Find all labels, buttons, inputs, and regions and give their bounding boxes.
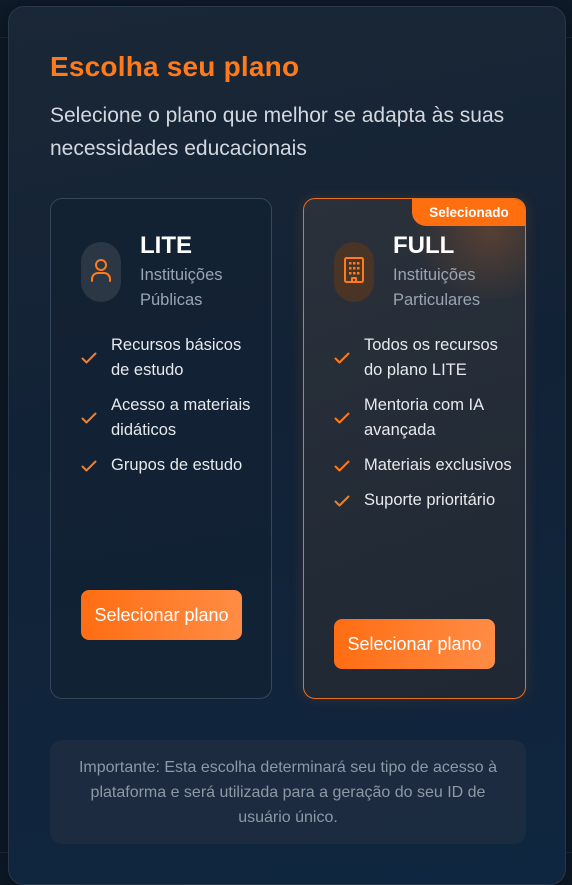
feature-item: Grupos de estudo — [81, 453, 261, 478]
plan-description: Instituições Particulares — [393, 266, 481, 309]
plan-description: Instituições Públicas — [140, 266, 223, 309]
feature-item: Suporte prioritário — [334, 488, 514, 513]
check-icon — [334, 460, 350, 472]
feature-text: Todos os recursos do plano LITE — [364, 336, 498, 379]
plan-icon-container — [334, 242, 374, 302]
feature-text: Materiais exclusivos — [364, 456, 512, 474]
feature-list: Recursos básicos de estudo Acesso a mate… — [81, 333, 261, 488]
select-plan-lite-button[interactable]: Selecionar plano — [81, 590, 242, 640]
feature-list: Todos os recursos do plano LITE Mentoria… — [334, 333, 514, 523]
check-icon — [334, 352, 350, 364]
page-title: Escolha seu plano — [50, 51, 300, 82]
page-subtitle: Selecione o plano que melhor se adapta à… — [50, 104, 505, 160]
feature-text: Mentoria com IA avançada — [364, 396, 484, 439]
feature-item: Recursos básicos de estudo — [81, 333, 261, 383]
check-icon — [81, 352, 97, 364]
plan-card-lite[interactable]: LITE Instituições Públicas Recursos bási… — [50, 198, 272, 699]
plan-icon-container — [81, 242, 121, 302]
check-icon — [81, 412, 97, 424]
feature-text: Suporte prioritário — [364, 491, 496, 509]
feature-text: Acesso a materiais didáticos — [111, 396, 251, 439]
feature-item: Acesso a materiais didáticos — [81, 393, 261, 443]
plan-name: FULL — [393, 232, 455, 259]
feature-item: Materiais exclusivos — [334, 453, 514, 478]
select-plan-full-button[interactable]: Selecionar plano — [334, 619, 495, 669]
check-icon — [81, 460, 97, 472]
selected-badge: Selecionado — [412, 199, 525, 226]
plan-name: LITE — [140, 232, 192, 259]
plan-card-full[interactable]: Selecionado FULL Instituições Particular… — [303, 198, 526, 699]
building-icon — [343, 256, 365, 289]
check-icon — [334, 495, 350, 507]
feature-item: Todos os recursos do plano LITE — [334, 333, 514, 383]
check-icon — [334, 412, 350, 424]
plan-selection-modal: Escolha seu plano Selecione o plano que … — [8, 6, 566, 885]
feature-text: Recursos básicos de estudo — [111, 336, 242, 379]
feature-item: Mentoria com IA avançada — [334, 393, 514, 443]
important-note: Importante: Esta escolha determinará seu… — [50, 740, 526, 844]
user-icon — [90, 257, 112, 288]
feature-text: Grupos de estudo — [111, 456, 243, 474]
